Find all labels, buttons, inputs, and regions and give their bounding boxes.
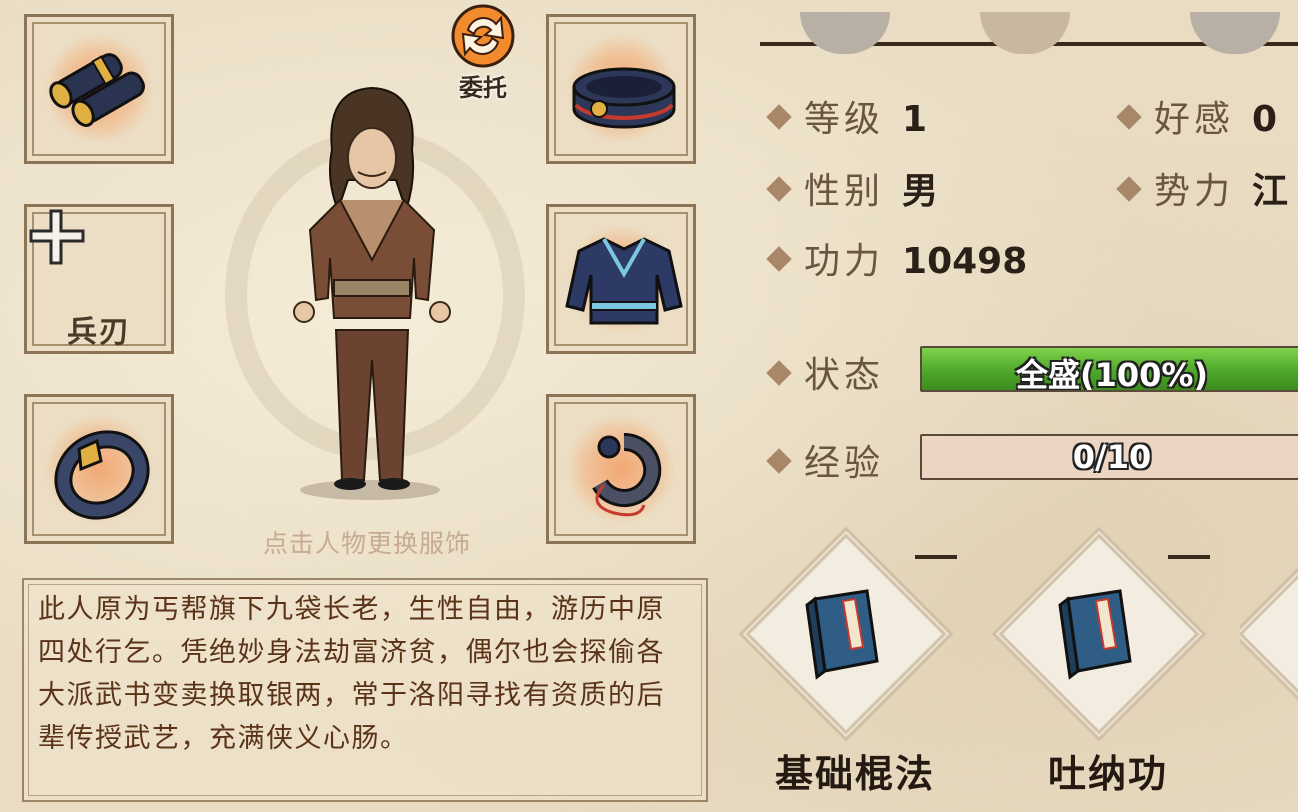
swap-arrows-icon [451, 4, 515, 68]
weapon-slot-label: 兵刃 [67, 315, 131, 350]
diamond-bullet-icon [766, 176, 792, 202]
top-item-1 [800, 12, 890, 54]
status-bar: 全盛(100%) [920, 346, 1298, 392]
stat-gender: 性别男 [766, 162, 938, 214]
book-icon [1058, 589, 1132, 680]
stat-status-label: 状态 [766, 346, 884, 398]
exp-bar-text: 0/10 [1072, 438, 1152, 476]
stat-exp-label: 经验 [766, 434, 884, 486]
amulet-icon [592, 432, 662, 517]
diamond-bullet-icon [766, 360, 792, 386]
top-divider-line [760, 12, 1298, 54]
equip-slot-ring[interactable] [24, 394, 174, 544]
diamond-bullet-icon [1116, 104, 1142, 130]
exp-bar: 0/10 [920, 434, 1298, 480]
skill-slot-3[interactable] [1240, 545, 1298, 785]
bracers-icon [49, 53, 145, 127]
book-icon [805, 589, 879, 680]
ring-icon [54, 430, 150, 520]
character-figure[interactable] [270, 80, 470, 500]
equip-slot-weapon[interactable]: 兵刃 [24, 204, 174, 354]
diamond-bullet-icon [766, 104, 792, 130]
equip-slot-robe[interactable] [546, 204, 696, 354]
equip-slot-bracers[interactable] [24, 14, 174, 164]
diamond-bullet-icon [766, 246, 792, 272]
skill-name: 基础棍法 [774, 752, 935, 796]
diamond-bullet-icon [1116, 176, 1142, 202]
equip-slot-amulet[interactable] [546, 394, 696, 544]
skill-frame [1240, 545, 1298, 738]
top-item-3 [1190, 12, 1280, 54]
skill-level-text: 一 [1168, 555, 1210, 559]
belt-icon [572, 67, 676, 129]
character-bio: 此人原为丐帮旗下九袋长老，生性自由，游历中原四处行乞。凭绝妙身法劫富济贫，偶尔也… [22, 578, 708, 802]
diamond-bullet-icon [766, 448, 792, 474]
skill-name: 吐纳功 [1047, 752, 1168, 796]
robe-icon [565, 237, 683, 325]
stat-power: 功力 10498 [766, 232, 1027, 284]
stat-favor: 好感 0 [1116, 90, 1277, 142]
stat-level: 等级 1 [766, 90, 927, 142]
plus-icon [29, 209, 85, 265]
status-bar-text: 全盛(100%) [1015, 356, 1209, 392]
skill-slot-1[interactable]: 一 基础棍法 [742, 530, 965, 796]
stat-faction: 势力江 [1116, 162, 1288, 214]
change-outfit-hint: 点击人物更换服饰 [262, 529, 471, 558]
skill-slot-2[interactable]: 一 吐纳功 [995, 530, 1218, 796]
top-item-2 [980, 12, 1070, 54]
equip-slot-belt[interactable] [546, 14, 696, 164]
skill-level-text: 一 [915, 555, 957, 559]
